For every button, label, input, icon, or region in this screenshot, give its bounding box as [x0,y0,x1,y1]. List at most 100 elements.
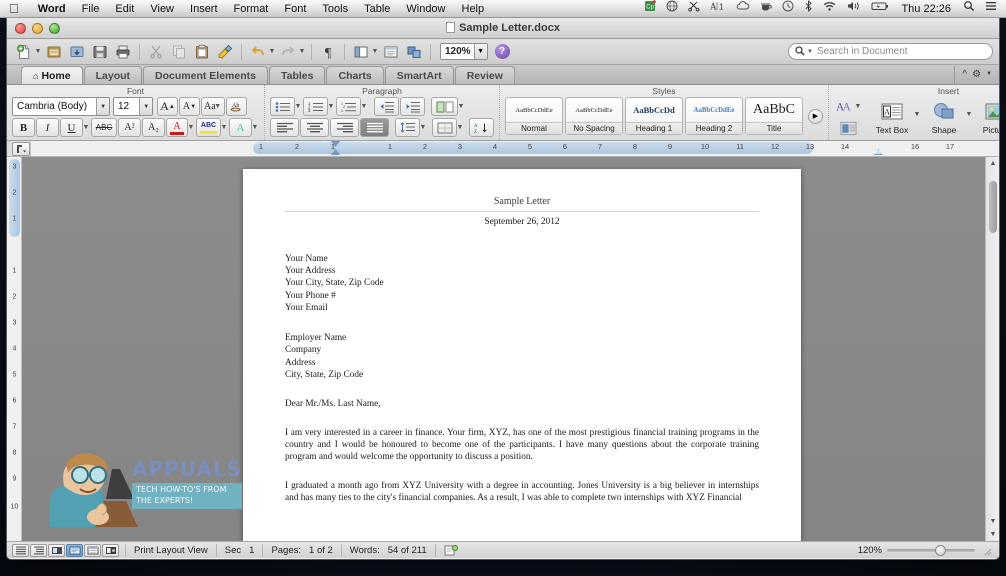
tab-charts[interactable]: Charts [326,66,384,84]
italic-button[interactable]: I [36,118,59,137]
notebook-layout-button[interactable] [84,543,101,557]
scrollbar-thumb[interactable] [989,181,997,233]
help-button[interactable]: ? [494,44,510,59]
tab-review[interactable]: Review [454,66,515,84]
style-heading-1[interactable]: AaBbCcDd Heading 1 [625,97,683,135]
zoom-dropdown-button[interactable]: ▼ [473,44,487,59]
scissors-icon[interactable] [683,0,705,18]
sort-icon[interactable]: AZ [469,118,494,137]
document-canvas[interactable]: Sample Letter September 26, 2012 Your Na… [22,157,999,541]
subscript-button[interactable]: A₂ [142,118,165,137]
gear-icon[interactable]: ⚙ [972,69,981,80]
align-right-icon[interactable] [330,118,359,137]
battery-icon[interactable] [866,0,894,18]
shape-button[interactable]: Shape [924,99,964,135]
menubar-clock[interactable]: Thu 22:26 [894,0,958,18]
multilevel-list-icon[interactable]: 121 [336,97,361,116]
bold-button[interactable]: B [12,118,35,137]
globe-icon[interactable] [661,0,683,18]
zoom-combo[interactable]: 120% ▼ [440,43,488,60]
align-left-icon[interactable] [270,118,299,137]
minimize-button[interactable] [32,22,43,34]
tab-smartart[interactable]: SmartArt [384,66,454,84]
search-input[interactable]: ▼ Search in Document [788,43,993,60]
gear-caret-icon[interactable]: ▼ [986,71,992,77]
bulleted-list-icon[interactable] [270,97,295,116]
text-box-caret-icon[interactable]: ▼ [913,111,921,118]
columns-caret-icon[interactable]: ▼ [457,103,465,110]
print-layout-view-button[interactable] [66,543,83,557]
menu-item-table[interactable]: Table [356,0,398,18]
spotlight-search-icon[interactable] [958,0,980,18]
paste-button[interactable] [191,42,213,62]
line-spacing-caret-icon[interactable]: ▼ [419,124,427,131]
drop-cap-icon[interactable] [838,119,859,138]
highlight-color-button[interactable]: ABC [196,118,221,137]
font-color-button[interactable]: A [166,118,188,137]
outline-view-button[interactable] [30,543,47,557]
tab-tables[interactable]: Tables [269,66,326,84]
font-name-combo[interactable]: Cambria (Body) ▼ [12,97,110,116]
zoom-button[interactable] [49,22,60,34]
menu-item-word[interactable]: Word [30,0,74,18]
text-effects-caret-icon[interactable]: ▼ [251,124,259,131]
clear-formatting-button[interactable]: Aa ▼ [201,97,225,116]
font-size-dropdown-icon[interactable]: ▼ [139,98,152,115]
search-scope-caret-icon[interactable]: ▼ [807,49,813,55]
full-screen-view-button[interactable] [102,543,119,557]
undo-button[interactable] [247,42,269,62]
scroll-up-arrow-icon[interactable]: ▲ [986,157,999,170]
clock-icon[interactable] [777,0,799,18]
strikethrough-button[interactable]: ABC [91,118,117,137]
vertical-ruler[interactable]: 3 2 1 1 2 3 4 5 6 7 8 9 10 [7,157,22,541]
text-box-button[interactable]: A Text Box [872,99,912,135]
menu-item-help[interactable]: Help [454,0,493,18]
scroll-down-arrow-icon[interactable]: ▼ [986,515,999,528]
multilevel-caret-icon[interactable]: ▼ [360,103,368,110]
font-color-caret-icon[interactable]: ▼ [187,124,195,131]
menu-item-edit[interactable]: Edit [107,0,142,18]
sidebar-caret-icon[interactable]: ▼ [371,48,379,55]
zoom-slider-knob[interactable] [935,544,946,556]
menu-item-window[interactable]: Window [398,0,453,18]
redo-caret-icon[interactable]: ▼ [298,48,306,55]
input-source-icon[interactable]: A1 [705,0,731,18]
style-normal[interactable]: AaBbCcDdEe Normal [505,97,563,135]
align-justify-icon[interactable] [360,118,389,137]
highlight-caret-icon[interactable]: ▼ [220,124,228,131]
font-size-combo[interactable]: 12 ▼ [113,97,153,116]
numbering-caret-icon[interactable]: ▼ [327,103,335,110]
draft-view-button[interactable] [12,543,29,557]
menu-item-view[interactable]: View [142,0,182,18]
columns-icon[interactable] [431,97,458,116]
resize-grip-icon[interactable] [980,544,992,556]
decrease-indent-icon[interactable] [374,97,399,116]
tab-stop-selector[interactable] [12,141,30,156]
coffee-icon[interactable] [755,0,777,18]
zoom-slider[interactable] [887,544,975,556]
format-painter-button[interactable] [214,42,236,62]
wifi-icon[interactable] [818,0,842,18]
picture-button[interactable]: Picture [976,99,999,135]
tab-document-elements[interactable]: Document Elements [143,66,268,84]
save-as-button[interactable] [66,42,88,62]
media-browser-button[interactable] [403,42,425,62]
style-heading-2[interactable]: AaBbCcDdEe Heading 2 [685,97,743,135]
word-art-caret-icon[interactable]: ▼ [854,103,862,110]
new-document-caret-icon[interactable]: ▼ [34,48,42,55]
document-page[interactable]: Sample Letter September 26, 2012 Your Na… [243,169,801,541]
close-button[interactable] [15,22,26,34]
highlight-pen-button[interactable]: Ab [225,97,247,116]
superscript-button[interactable]: A² [118,118,141,137]
print-button[interactable] [112,42,134,62]
numbered-list-icon[interactable]: 123 [303,97,328,116]
bullets-caret-icon[interactable]: ▼ [294,103,302,110]
sidebar-button[interactable] [350,42,372,62]
style-title[interactable]: AaBbC Title [745,97,803,135]
undo-caret-icon[interactable]: ▼ [268,48,276,55]
right-indent-marker[interactable] [874,149,883,155]
volume-icon[interactable] [842,0,866,18]
notification-center-icon[interactable] [980,0,1002,18]
underline-caret-icon[interactable]: ▼ [82,124,90,131]
font-name-dropdown-icon[interactable]: ▼ [96,98,109,115]
